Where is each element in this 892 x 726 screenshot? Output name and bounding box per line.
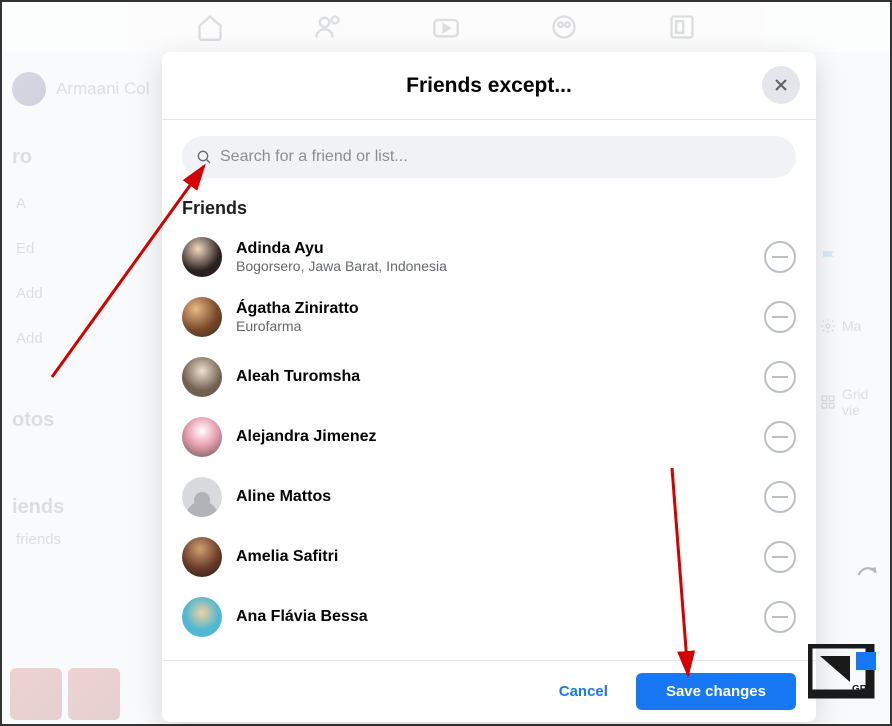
friend-name: Ana Flávia Bessa	[236, 608, 750, 626]
modal-header: Friends except...	[162, 52, 816, 120]
friend-row[interactable]: Ágatha Ziniratto Eurofarma	[182, 287, 796, 347]
modal-title: Friends except...	[406, 74, 572, 98]
save-button[interactable]: Save changes	[636, 673, 796, 710]
friend-name: Adinda Ayu	[236, 240, 750, 258]
modal-body: Friends Adinda Ayu Bogorsero, Jawa Barat…	[162, 120, 816, 660]
friend-name: Amelia Safitri	[236, 548, 750, 566]
friend-info: Ágatha Ziniratto Eurofarma	[236, 300, 750, 334]
friend-sub: Eurofarma	[236, 318, 750, 334]
friend-info: Alejandra Jimenez	[236, 428, 750, 446]
exclude-button[interactable]	[764, 301, 796, 333]
friend-row[interactable]: Adinda Ayu Bogorsero, Jawa Barat, Indone…	[182, 227, 796, 287]
friend-name: Alejandra Jimenez	[236, 428, 750, 446]
modal-footer: Cancel Save changes	[162, 660, 816, 722]
friend-info: Aleah Turomsha	[236, 368, 750, 386]
close-icon	[771, 75, 791, 95]
friend-info: Amelia Safitri	[236, 548, 750, 566]
exclude-button[interactable]	[764, 421, 796, 453]
friends-except-modal: Friends except... Friends Adinda Ayu Bog…	[162, 52, 816, 722]
search-input[interactable]	[220, 148, 782, 166]
corner-watermark: GR	[808, 644, 882, 700]
friend-sub: Bogorsero, Jawa Barat, Indonesia	[236, 258, 750, 274]
exclude-button[interactable]	[764, 481, 796, 513]
exclude-button[interactable]	[764, 361, 796, 393]
avatar	[182, 417, 222, 457]
friend-info: Adinda Ayu Bogorsero, Jawa Barat, Indone…	[236, 240, 750, 274]
friend-row[interactable]: Ana Flávia Bessa	[182, 587, 796, 647]
avatar	[182, 237, 222, 277]
cancel-button[interactable]: Cancel	[541, 673, 626, 710]
exclude-button[interactable]	[764, 541, 796, 573]
friend-name: Aleah Turomsha	[236, 368, 750, 386]
friend-name: Aline Mattos	[236, 488, 750, 506]
search-icon	[196, 149, 212, 165]
avatar	[182, 297, 222, 337]
svg-text:GR: GR	[852, 684, 868, 695]
friend-info: Ana Flávia Bessa	[236, 608, 750, 626]
friend-row[interactable]: Aleah Turomsha	[182, 347, 796, 407]
share-icon	[854, 562, 880, 593]
friend-name: Ágatha Ziniratto	[236, 300, 750, 318]
avatar	[182, 357, 222, 397]
avatar	[182, 537, 222, 577]
friends-section-title: Friends	[182, 198, 796, 219]
friends-list: Adinda Ayu Bogorsero, Jawa Barat, Indone…	[182, 227, 796, 647]
friend-row[interactable]: Aline Mattos	[182, 467, 796, 527]
avatar	[182, 477, 222, 517]
avatar	[182, 597, 222, 637]
exclude-button[interactable]	[764, 601, 796, 633]
close-button[interactable]	[762, 66, 800, 104]
search-field-wrap[interactable]	[182, 136, 796, 178]
friend-row[interactable]: Alejandra Jimenez	[182, 407, 796, 467]
exclude-button[interactable]	[764, 241, 796, 273]
friend-info: Aline Mattos	[236, 488, 750, 506]
friend-row[interactable]: Amelia Safitri	[182, 527, 796, 587]
